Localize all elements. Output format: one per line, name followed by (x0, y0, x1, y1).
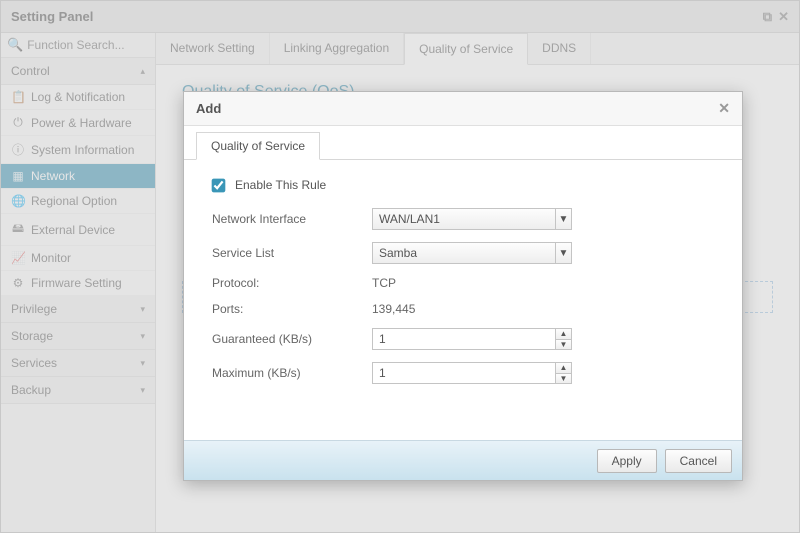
row-protocol: Protocol: TCP (212, 276, 714, 290)
input-guaranteed[interactable]: 1 ▲ ▼ (372, 328, 572, 350)
apply-button[interactable]: Apply (597, 449, 657, 473)
spinner-up-icon[interactable]: ▲ (556, 363, 571, 374)
enable-rule-checkbox[interactable] (212, 178, 226, 192)
spinner-down-icon[interactable]: ▼ (556, 340, 571, 350)
label-ports: Ports: (212, 302, 372, 316)
select-network-interface-value: WAN/LAN1 (379, 212, 440, 226)
input-maximum-value: 1 (379, 366, 386, 380)
modal-tab-qos[interactable]: Quality of Service (196, 132, 320, 160)
spinner-guaranteed: ▲ ▼ (555, 329, 571, 349)
modal-titlebar: Add ✕ (184, 92, 742, 126)
cancel-button[interactable]: Cancel (665, 449, 732, 473)
select-network-interface[interactable]: WAN/LAN1 ▼ (372, 208, 572, 230)
modal-footer: Apply Cancel (184, 440, 742, 480)
chevron-down-icon: ▼ (555, 243, 571, 263)
label-network-interface: Network Interface (212, 212, 372, 226)
row-service-list: Service List Samba ▼ (212, 242, 714, 264)
spinner-down-icon[interactable]: ▼ (556, 374, 571, 384)
enable-rule-row: Enable This Rule (212, 178, 714, 192)
label-protocol: Protocol: (212, 276, 372, 290)
row-guaranteed: Guaranteed (KB/s) 1 ▲ ▼ (212, 328, 714, 350)
row-maximum: Maximum (KB/s) 1 ▲ ▼ (212, 362, 714, 384)
value-ports: 139,445 (372, 302, 415, 316)
spinner-maximum: ▲ ▼ (555, 363, 571, 383)
label-maximum: Maximum (KB/s) (212, 366, 372, 380)
label-service-list: Service List (212, 246, 372, 260)
spinner-up-icon[interactable]: ▲ (556, 329, 571, 340)
select-service-list[interactable]: Samba ▼ (372, 242, 572, 264)
row-network-interface: Network Interface WAN/LAN1 ▼ (212, 208, 714, 230)
modal-title: Add (196, 101, 221, 116)
input-maximum[interactable]: 1 ▲ ▼ (372, 362, 572, 384)
chevron-down-icon: ▼ (555, 209, 571, 229)
modal-close-icon[interactable]: ✕ (718, 100, 730, 117)
modal-tabs: Quality of Service (184, 126, 742, 160)
add-qos-modal: Add ✕ Quality of Service Enable This Rul… (183, 91, 743, 481)
input-guaranteed-value: 1 (379, 332, 386, 346)
label-guaranteed: Guaranteed (KB/s) (212, 332, 372, 346)
select-service-list-value: Samba (379, 246, 417, 260)
modal-body: Enable This Rule Network Interface WAN/L… (184, 160, 742, 440)
settings-window: Setting Panel ⧉ ✕ 🔍 Control ▴ 📋Log & Not… (0, 0, 800, 533)
value-protocol: TCP (372, 276, 396, 290)
enable-rule-label: Enable This Rule (235, 178, 326, 192)
row-ports: Ports: 139,445 (212, 302, 714, 316)
